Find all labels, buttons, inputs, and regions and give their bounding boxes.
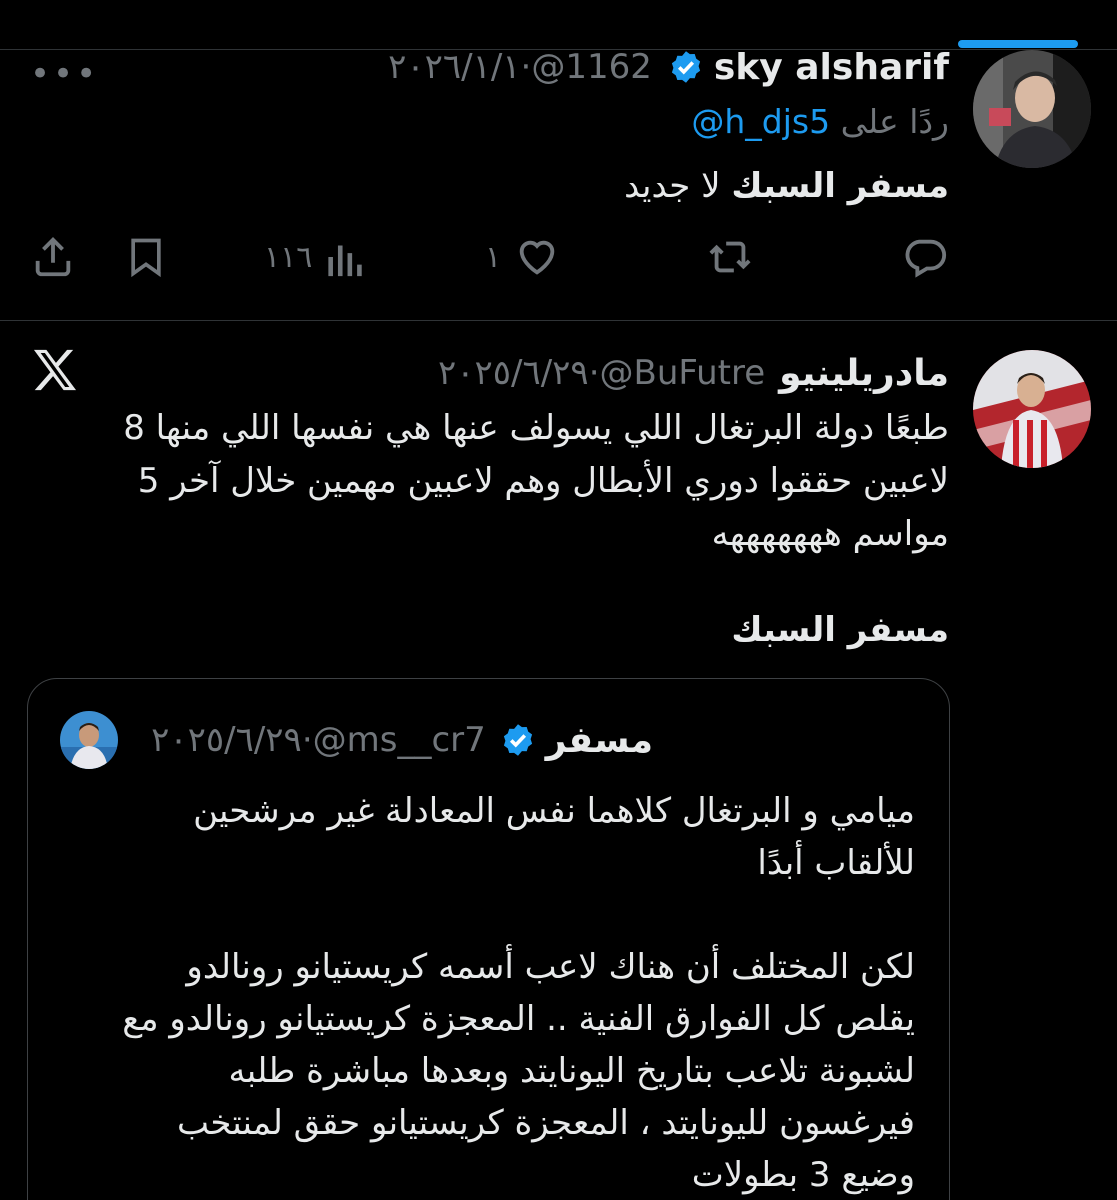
- author-name[interactable]: مادريلينيو: [779, 353, 949, 394]
- tweet-actions: ١ ١١٦: [0, 232, 1117, 286]
- share-button[interactable]: [30, 234, 76, 280]
- text-line: طبعًا دولة البرتغال اللي يسولف عنها هي ن…: [123, 408, 949, 448]
- active-tab-indicator: [958, 40, 1078, 48]
- quote-paragraph-2: لكن المختلف أن هناك لاعب أسمه كريستيانو …: [55, 941, 915, 1200]
- bookmark-button[interactable]: [124, 234, 168, 280]
- reply-icon: [902, 234, 948, 280]
- author-name[interactable]: sky alsharif: [714, 47, 949, 88]
- quoted-tweet-card[interactable]: ٢٠٢٥/٦/٢٩ · @ms__cr7 مسفر ميامي و البرتغ…: [27, 678, 950, 1200]
- quote-handle: @ms__cr7: [312, 720, 486, 760]
- quote-author-name: مسفر: [545, 719, 653, 761]
- reply-mention-link[interactable]: @h_djs5: [691, 102, 830, 141]
- text-line: ميامي و البرتغال كلاهما نفس المعادلة غير…: [193, 791, 915, 831]
- more-options-icon[interactable]: •••: [30, 54, 99, 94]
- share-icon: [30, 234, 76, 280]
- like-button[interactable]: ١: [485, 234, 561, 280]
- views-button[interactable]: ١١٦: [264, 234, 366, 280]
- tweet-header: ٢٠٢٦/١/١ · @1162 sky alsharif: [388, 44, 949, 90]
- tweet-text-rest: لا جديد: [624, 166, 732, 206]
- text-line: مواسم هههههههه: [711, 514, 949, 554]
- tweet-text: طبعًا دولة البرتغال اللي يسولف عنها هي ن…: [69, 402, 949, 561]
- dot-separator: ·: [520, 47, 532, 87]
- like-count: ١: [485, 239, 502, 275]
- replying-to: ردًا على @h_djs5: [691, 102, 949, 141]
- verified-badge-icon: [668, 49, 704, 85]
- author-handle[interactable]: @BuFutre: [600, 353, 766, 393]
- avatar[interactable]: [973, 350, 1091, 468]
- x-logo-icon: [32, 348, 78, 396]
- text-line: لشبونة تلاعب بتاريخ اليونايتد وبعدها مبا…: [228, 1051, 915, 1091]
- text-line: لاعبين حققوا دوري الأبطال وهم لاعبين مهم…: [137, 461, 949, 501]
- retweet-icon: [706, 234, 754, 280]
- quote-date: ٢٠٢٥/٦/٢٩: [151, 720, 302, 760]
- quote-paragraph-1: ميامي و البرتغال كلاهما نفس المعادلة غير…: [55, 785, 915, 889]
- reply-button[interactable]: [902, 234, 948, 280]
- text-line: وضيع 3 بطولات: [691, 1155, 915, 1195]
- mention-bold[interactable]: مسفر السبك: [731, 166, 949, 206]
- dot-separator: ·: [588, 353, 600, 393]
- reply-prefix: ردًا على: [840, 102, 949, 141]
- bookmark-icon: [124, 234, 168, 280]
- avatar: [60, 711, 118, 769]
- avatar[interactable]: [973, 50, 1091, 168]
- mention-bold[interactable]: مسفر السبك: [731, 604, 949, 657]
- tweet-divider: [0, 320, 1117, 321]
- tweet-date[interactable]: ٢٠٢٦/١/١: [388, 47, 520, 87]
- retweet-button[interactable]: [706, 234, 754, 280]
- views-icon: [326, 234, 366, 280]
- views-count: ١١٦: [264, 239, 313, 275]
- dot-separator: ·: [301, 720, 313, 760]
- tweet-header: ٢٠٢٥/٦/٢٩ · @BuFutre مادريلينيو: [438, 350, 949, 396]
- heart-icon: [513, 234, 561, 280]
- top-tab-bar: [0, 0, 1117, 50]
- text-line: فيرغسون لليونايتد ، المعجزة كريستيانو حق…: [176, 1103, 915, 1143]
- author-handle[interactable]: @1162: [531, 47, 652, 87]
- text-line: يقلص كل الفوارق الفنية .. المعجزة كريستي…: [122, 999, 915, 1039]
- tweet-date[interactable]: ٢٠٢٥/٦/٢٩: [438, 353, 589, 393]
- quote-header: ٢٠٢٥/٦/٢٩ · @ms__cr7 مسفر: [151, 717, 653, 763]
- text-line: للألقاب أبدًا: [757, 843, 915, 883]
- verified-badge-icon: [500, 722, 536, 758]
- text-line: لكن المختلف أن هناك لاعب أسمه كريستيانو …: [186, 947, 915, 987]
- tweet-text: مسفر السبك لا جديد: [624, 160, 949, 213]
